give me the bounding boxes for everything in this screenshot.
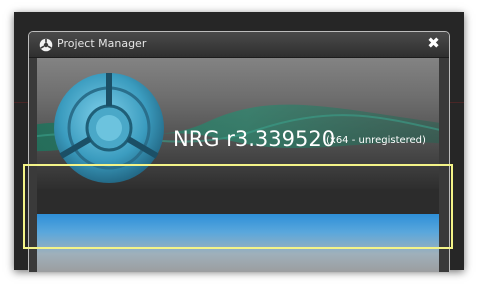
window-title: Project Manager <box>57 37 147 50</box>
edition-label: (x64 - unregistered) <box>326 135 426 146</box>
close-icon[interactable]: ✖ <box>426 36 441 51</box>
loading-progress-bar <box>37 214 439 272</box>
title-bar[interactable]: Project Manager ✖ <box>29 32 449 58</box>
logo-icon <box>54 73 164 183</box>
content-frame: NRG r3.339520 (x64 - unregistered) <box>37 58 439 272</box>
status-strip <box>37 189 439 214</box>
product-name: NRG r3.339520 <box>173 127 336 151</box>
project-manager-window: Project Manager ✖ NRG r3.339520 (x64 - u… <box>28 31 450 273</box>
app-icon <box>39 37 53 52</box>
splash-banner: NRG r3.339520 (x64 - unregistered) <box>37 58 439 189</box>
